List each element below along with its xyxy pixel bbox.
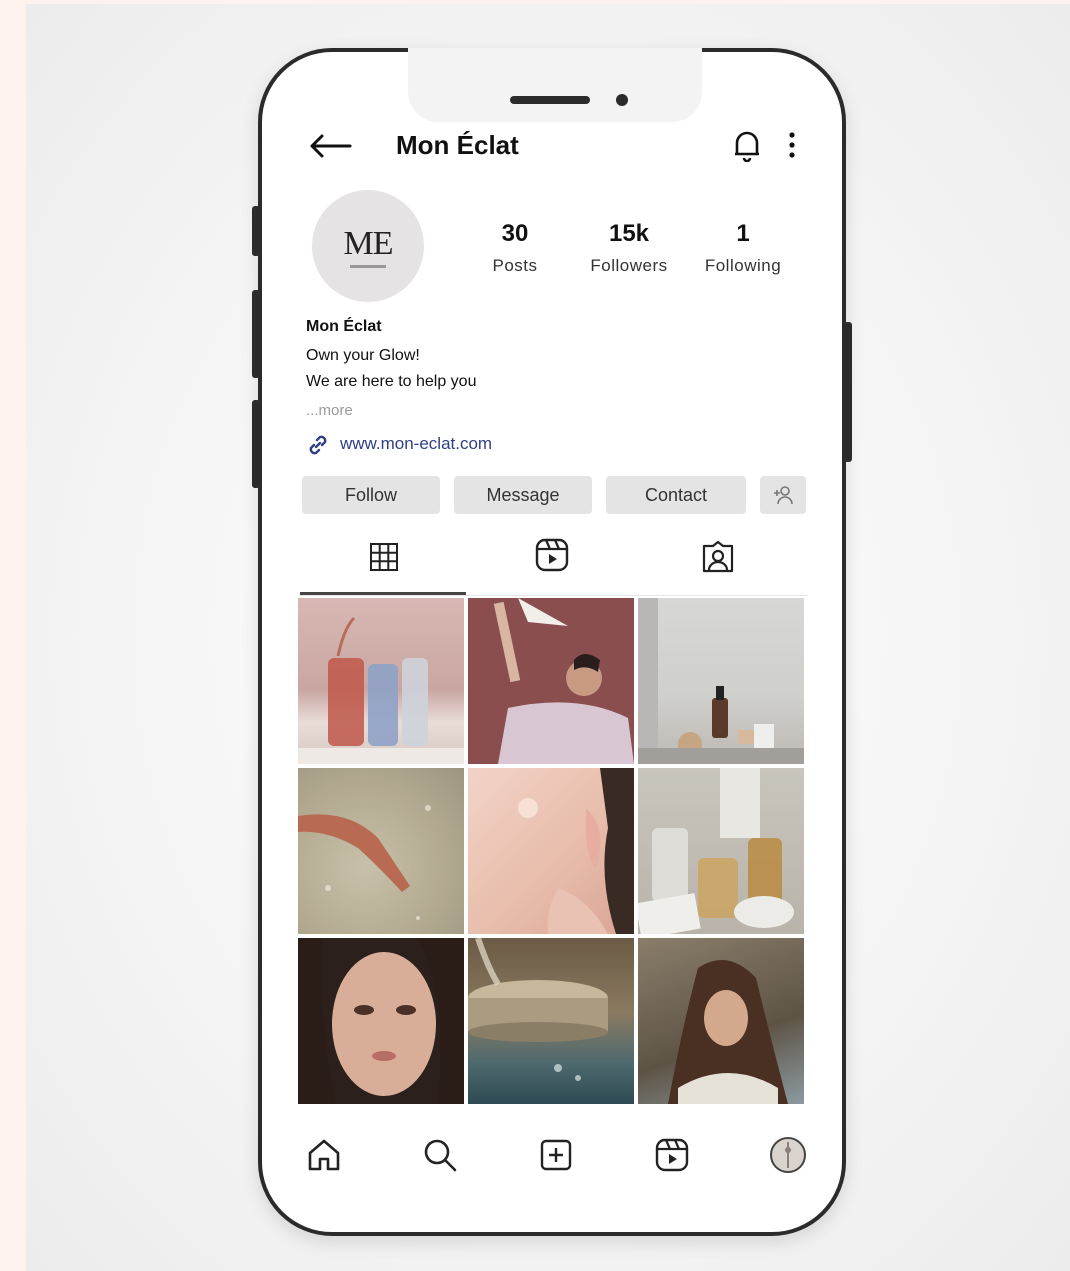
post-thumbnail[interactable]	[468, 598, 634, 764]
stat-value: 15k	[608, 220, 650, 247]
profile-avatar-icon[interactable]	[766, 1133, 810, 1177]
stat-value: 1	[736, 220, 750, 247]
add-user-icon	[772, 485, 794, 505]
phone-power-button	[844, 322, 852, 462]
follow-button[interactable]: Follow	[302, 476, 440, 514]
grid-icon	[369, 542, 399, 577]
phone-notch	[408, 48, 702, 122]
message-button[interactable]: Message	[454, 476, 592, 514]
tab-divider	[300, 595, 808, 596]
post-thumbnail[interactable]	[638, 938, 804, 1104]
phone-speaker	[510, 96, 590, 104]
post-thumbnail[interactable]	[468, 768, 634, 934]
search-icon[interactable]	[418, 1133, 462, 1177]
page-title: Mon Éclat	[396, 130, 519, 160]
post-thumbnail[interactable]	[298, 598, 464, 764]
tab-grid[interactable]	[300, 528, 468, 590]
bio-line: Own your Glow!	[306, 347, 420, 364]
stat-label: Following	[704, 256, 782, 275]
stat-following[interactable]: 1 Following	[683, 220, 803, 276]
home-icon[interactable]	[302, 1133, 346, 1177]
stat-label: Posts	[492, 256, 538, 275]
post-thumbnail[interactable]	[638, 598, 804, 764]
bio-more-link[interactable]: ...more	[306, 402, 353, 419]
tab-tagged[interactable]	[634, 528, 802, 590]
bell-icon[interactable]	[730, 126, 764, 164]
website-link[interactable]: www.mon-eclat.com	[340, 434, 492, 454]
phone-side-button	[252, 400, 260, 488]
link-icon	[304, 432, 332, 458]
stat-label: Followers	[590, 256, 668, 275]
phone-side-button	[252, 206, 260, 256]
add-post-icon[interactable]	[534, 1133, 578, 1177]
post-thumbnail[interactable]	[468, 938, 634, 1104]
post-thumbnail[interactable]	[298, 938, 464, 1104]
suggested-users-button[interactable]	[760, 476, 806, 514]
stat-followers[interactable]: 15k Followers	[569, 220, 689, 276]
tagged-icon	[701, 540, 735, 578]
avatar[interactable]: ME	[312, 190, 424, 302]
contact-button[interactable]: Contact	[606, 476, 746, 514]
reels-icon	[535, 538, 569, 577]
arrow-left-icon[interactable]	[306, 128, 354, 164]
post-thumbnail[interactable]	[298, 768, 464, 934]
active-tab-indicator	[300, 592, 466, 595]
phone-side-button	[252, 290, 260, 378]
more-vertical-icon[interactable]	[782, 128, 802, 162]
profile-name: Mon Éclat	[306, 318, 382, 335]
avatar-logo-line	[350, 264, 386, 268]
post-grid	[298, 598, 810, 1108]
phone-camera	[616, 94, 628, 106]
reels-icon[interactable]	[650, 1133, 694, 1177]
tab-reels[interactable]	[468, 526, 636, 588]
bottom-navigation	[296, 1122, 816, 1188]
bio-line: We are here to help you	[306, 373, 477, 390]
post-thumbnail[interactable]	[638, 768, 804, 934]
stat-posts[interactable]: 30 Posts	[455, 220, 575, 276]
avatar-monogram: ME	[343, 224, 394, 262]
stat-value: 30	[501, 220, 529, 247]
